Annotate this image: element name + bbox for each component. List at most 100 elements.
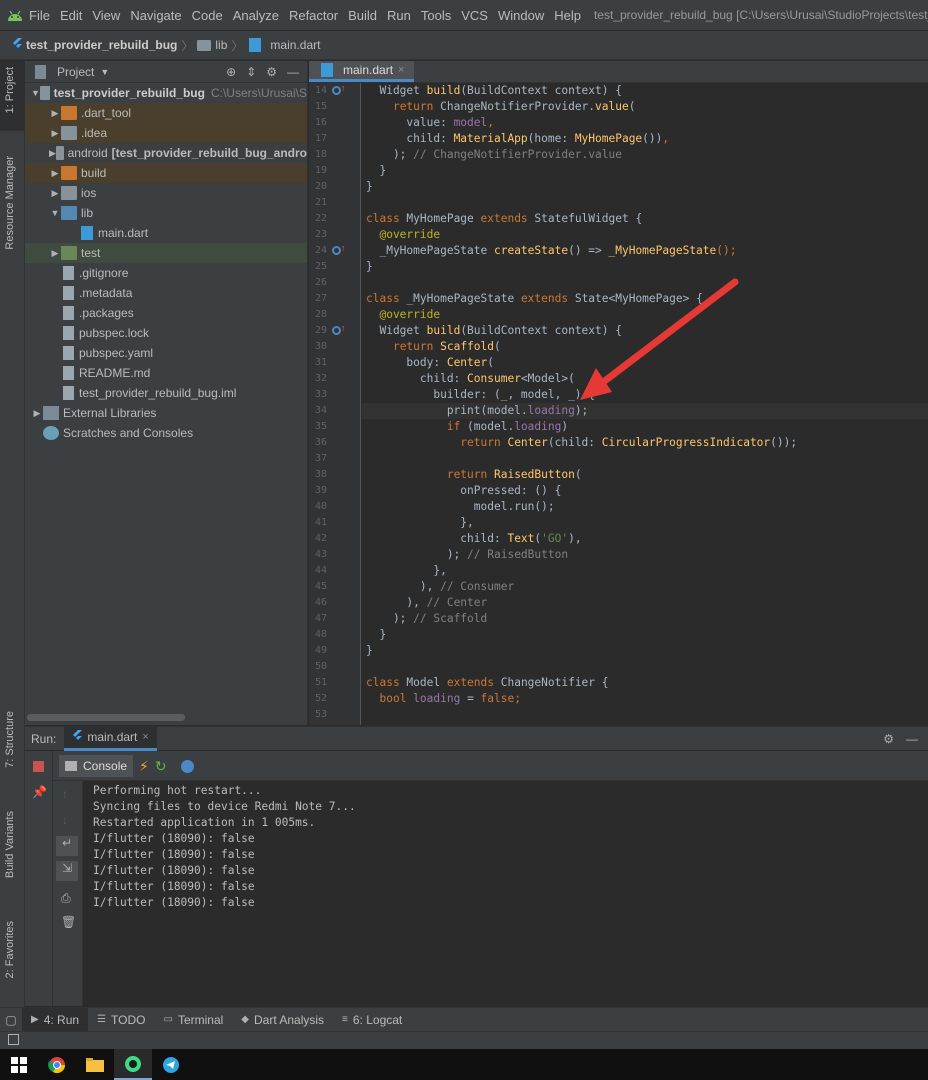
- chevron-right-icon[interactable]: ▶: [49, 248, 61, 259]
- chevron-down-icon[interactable]: ▼: [100, 67, 109, 77]
- breadcrumb-lib[interactable]: lib: [193, 38, 231, 52]
- horizontal-scrollbar[interactable]: [27, 714, 185, 721]
- tree-item[interactable]: ▶ External Libraries: [25, 403, 307, 423]
- console-line: I/flutter (18090): false: [93, 848, 255, 861]
- console-output[interactable]: Performing hot restart... Syncing files t…: [84, 781, 928, 1006]
- tree-item[interactable]: main.dart: [25, 223, 307, 243]
- gear-icon[interactable]: ⚙: [266, 65, 277, 79]
- project-tool-button[interactable]: 1: Project: [0, 61, 25, 131]
- bottom-tab-terminal[interactable]: ▭ Terminal: [154, 1008, 232, 1032]
- code-token: }: [366, 628, 387, 641]
- menu-item-run[interactable]: Run: [382, 8, 416, 23]
- chrome-icon[interactable]: [38, 1049, 76, 1080]
- menu-item-view[interactable]: View: [87, 8, 125, 23]
- tree-item[interactable]: pubspec.lock: [25, 323, 307, 343]
- code-token: MaterialApp: [453, 132, 528, 145]
- tree-item[interactable]: pubspec.yaml: [25, 343, 307, 363]
- minimize-icon[interactable]: —: [287, 65, 299, 79]
- arrow-up-icon[interactable]: ↑: [62, 787, 68, 801]
- dart-analysis-icon: ◆: [241, 1014, 249, 1025]
- tree-item[interactable]: Scratches and Consoles: [25, 423, 307, 443]
- print-icon[interactable]: ⎙: [61, 891, 71, 906]
- override-marker-icon[interactable]: [332, 326, 341, 335]
- scroll-to-end-icon[interactable]: ⇲: [56, 861, 78, 881]
- menu-item-build[interactable]: Build: [343, 8, 382, 23]
- console-tab[interactable]: Console: [59, 755, 134, 777]
- build-variants-tool-label[interactable]: Build Variants: [4, 811, 16, 878]
- resource-manager-tool-label[interactable]: Resource Manager: [4, 156, 16, 250]
- dart-devtools-icon[interactable]: [180, 759, 194, 773]
- tree-item[interactable]: README.md: [25, 363, 307, 383]
- trash-icon[interactable]: 🗑: [61, 915, 76, 929]
- gear-icon[interactable]: ⚙: [883, 732, 894, 746]
- tree-item[interactable]: test_provider_rebuild_bug.iml: [25, 383, 307, 403]
- favorites-tool-label[interactable]: 2: Favorites: [4, 921, 16, 978]
- pin-icon[interactable]: 📌: [32, 785, 47, 799]
- close-icon[interactable]: ×: [398, 64, 404, 76]
- locate-icon[interactable]: ⊕: [226, 65, 236, 79]
- hot-restart-icon[interactable]: ↻: [155, 758, 167, 775]
- chevron-right-icon[interactable]: ▶: [49, 128, 61, 139]
- chevron-right-icon[interactable]: ▶: [49, 108, 61, 119]
- chevron-down-icon[interactable]: ▼: [31, 88, 40, 98]
- chevron-right-icon[interactable]: ▶: [31, 408, 43, 419]
- menu-item-refactor[interactable]: Refactor: [284, 8, 343, 23]
- tree-item[interactable]: .packages: [25, 303, 307, 323]
- run-tab-main-dart[interactable]: main.dart ×: [64, 726, 157, 751]
- chevron-right-icon[interactable]: ▶: [49, 148, 56, 159]
- tree-item[interactable]: ▼ lib: [25, 203, 307, 223]
- menu-item-help[interactable]: Help: [549, 8, 586, 23]
- tree-item[interactable]: .gitignore: [25, 263, 307, 283]
- layout-icon[interactable]: ▢: [0, 1013, 22, 1027]
- tree-item[interactable]: .metadata: [25, 283, 307, 303]
- menu-item-vcs[interactable]: VCS: [456, 8, 493, 23]
- code-editor[interactable]: 14 15 16 17 18 19 20 21 22 23 24 25 26 27 28 29 30 31 32 33…: [309, 83, 928, 725]
- bottom-tab-6-logcat[interactable]: ≡ 6: Logcat: [333, 1008, 411, 1032]
- tree-item[interactable]: ▶ android [test_provider_rebuild_bug_andro: [25, 143, 307, 163]
- menu-item-navigate[interactable]: Navigate: [125, 8, 186, 23]
- soft-wrap-icon[interactable]: ↵: [56, 836, 78, 856]
- bottom-tab-dart-analysis[interactable]: ◆ Dart Analysis: [232, 1008, 333, 1032]
- override-marker-icon[interactable]: [332, 246, 341, 255]
- windows-start-icon[interactable]: [0, 1049, 38, 1080]
- menu-item-window[interactable]: Window: [493, 8, 549, 23]
- hot-reload-icon[interactable]: ⚡: [139, 758, 149, 775]
- panel-toggle-icon[interactable]: [8, 1034, 19, 1045]
- tree-item[interactable]: ▶ test: [25, 243, 307, 263]
- bottom-tab-todo[interactable]: ☰ TODO: [88, 1008, 154, 1032]
- collapse-all-icon[interactable]: ⇕: [246, 65, 256, 79]
- minimize-icon[interactable]: —: [906, 732, 918, 746]
- menu-item-analyze[interactable]: Analyze: [228, 8, 284, 23]
- folder-icon: [197, 39, 212, 51]
- chevron-right-icon: 〉: [231, 38, 244, 53]
- project-view-selector[interactable]: Project: [57, 65, 94, 79]
- structure-tool-label[interactable]: 7: Structure: [4, 711, 16, 768]
- tab-main-dart[interactable]: main.dart ×: [309, 61, 415, 82]
- chevron-right-icon[interactable]: ▶: [49, 188, 61, 199]
- code-token: // Scaffold: [413, 612, 488, 625]
- tree-item[interactable]: ▶ .idea: [25, 123, 307, 143]
- stop-icon[interactable]: [33, 761, 44, 772]
- breadcrumb-file[interactable]: main.dart: [243, 38, 324, 52]
- override-marker-icon[interactable]: [332, 86, 341, 95]
- tree-item[interactable]: ▶ ios: [25, 183, 307, 203]
- code-line: @override: [366, 307, 440, 323]
- tree-item[interactable]: ▶ build: [25, 163, 307, 183]
- tree-item[interactable]: ▼ test_provider_rebuild_bug C:\Users\Urusa…: [25, 83, 307, 103]
- file-explorer-icon[interactable]: [76, 1049, 114, 1080]
- chevron-down-icon[interactable]: ▼: [49, 208, 61, 218]
- close-icon[interactable]: ×: [142, 731, 148, 743]
- menu-item-file[interactable]: File: [24, 8, 55, 23]
- telegram-icon[interactable]: [152, 1049, 190, 1080]
- bottom-tab-label: Dart Analysis: [254, 1012, 325, 1027]
- arrow-down-icon[interactable]: ↓: [62, 813, 68, 827]
- tree-item[interactable]: ▶ .dart_tool: [25, 103, 307, 123]
- bottom-tab-4-run[interactable]: ▶ 4: Run: [22, 1007, 89, 1032]
- code-line: Widget build(BuildContext context) {: [366, 323, 622, 339]
- android-studio-icon[interactable]: [114, 1049, 152, 1080]
- menu-item-tools[interactable]: Tools: [416, 8, 456, 23]
- menu-item-code[interactable]: Code: [187, 8, 228, 23]
- chevron-right-icon[interactable]: ▶: [49, 168, 61, 179]
- menu-item-edit[interactable]: Edit: [55, 8, 87, 23]
- breadcrumb-project[interactable]: test_provider_rebuild_bug: [0, 37, 181, 53]
